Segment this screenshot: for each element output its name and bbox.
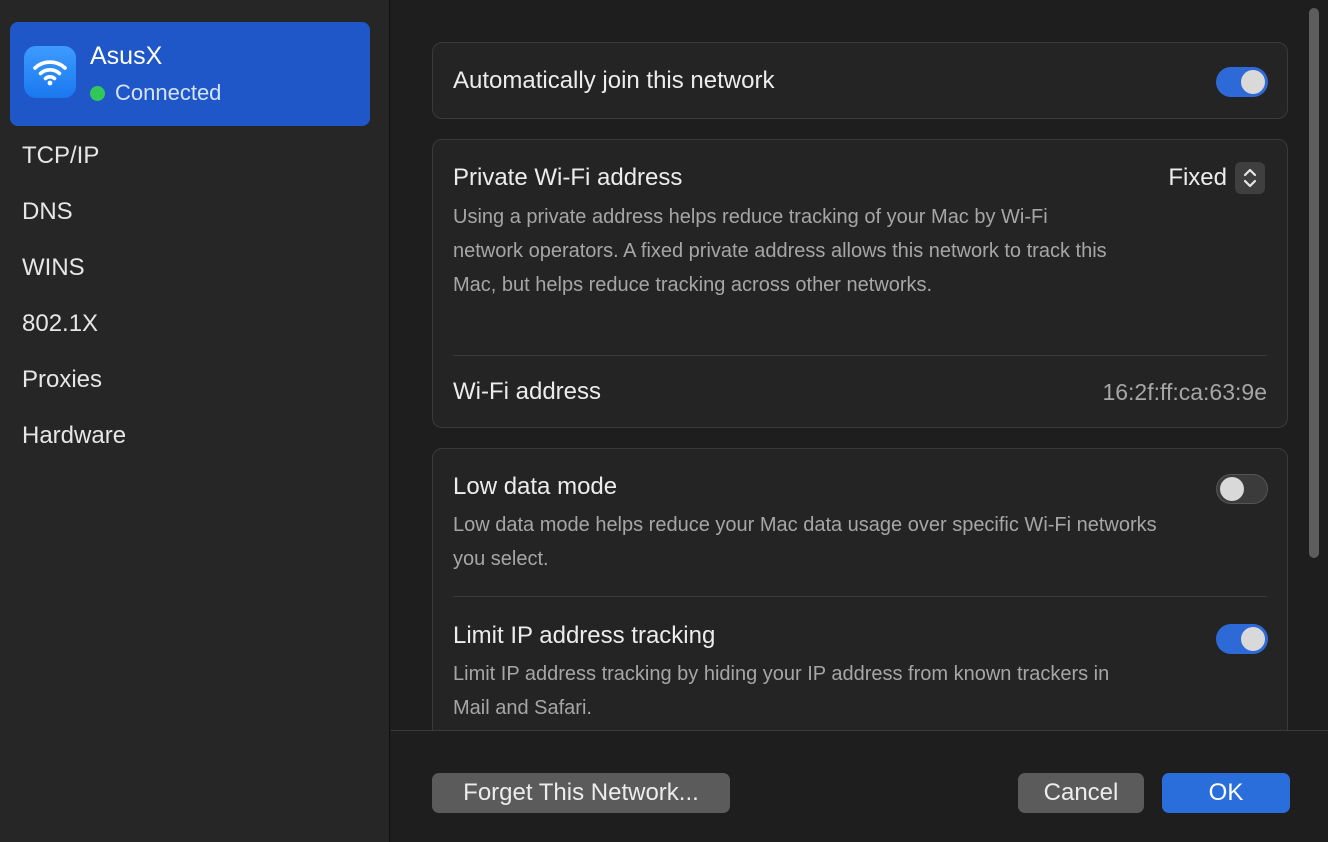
network-status-label: Connected (115, 80, 222, 105)
cancel-button[interactable]: Cancel (1018, 773, 1144, 813)
limit-ip-tracking-description: Limit IP address tracking by hiding your… (453, 663, 1110, 719)
settings-panel: Automatically join this network Private … (391, 0, 1328, 730)
scrollbar-thumb[interactable] (1309, 8, 1319, 558)
sidebar-item-tcpip[interactable]: TCP/IP (0, 128, 390, 184)
sidebar: AsusX Connected TCP/IP DNS WINS 802.1X P… (0, 0, 390, 842)
private-address-card: Private Wi-Fi address Fixed Using a priv… (432, 139, 1288, 428)
toggle-knob (1241, 70, 1265, 94)
dialog-footer: Forget This Network... Cancel OK (391, 730, 1328, 842)
network-name: AsusX (90, 42, 163, 70)
vertical-scrollbar[interactable] (1305, 6, 1323, 730)
auto-join-toggle[interactable] (1216, 67, 1268, 97)
low-data-mode-toggle[interactable] (1216, 474, 1268, 504)
card-divider (453, 355, 1267, 356)
sidebar-item-wins[interactable]: WINS (0, 240, 390, 296)
private-address-label: Private Wi-Fi address (453, 164, 683, 191)
sidebar-item-hardware[interactable]: Hardware (0, 408, 390, 464)
wifi-address-label: Wi-Fi address (453, 378, 602, 405)
low-data-mode-description: Low data mode helps reduce your Mac data… (453, 514, 1157, 570)
limit-ip-tracking-toggle[interactable] (1216, 624, 1268, 654)
network-status: Connected (90, 80, 221, 106)
sidebar-item-dns[interactable]: DNS (0, 184, 390, 240)
limit-ip-tracking-label: Limit IP address tracking (453, 622, 716, 649)
network-details-window: AsusX Connected TCP/IP DNS WINS 802.1X P… (0, 0, 1328, 842)
forget-network-button[interactable]: Forget This Network... (432, 773, 730, 813)
wifi-address-value: 16:2f:ff:ca:63:9e (1102, 379, 1267, 405)
card-divider (453, 596, 1267, 597)
auto-join-card: Automatically join this network (432, 42, 1288, 119)
sidebar-item-8021x[interactable]: 802.1X (0, 296, 390, 352)
status-dot-icon (90, 85, 105, 101)
data-tracking-card: Low data mode Low data mode helps reduce… (432, 448, 1288, 730)
ok-button[interactable]: OK (1162, 773, 1290, 813)
chevron-up-down-icon (1235, 162, 1265, 194)
low-data-mode-label: Low data mode (453, 473, 618, 500)
toggle-knob (1220, 477, 1244, 501)
wifi-icon (24, 46, 76, 98)
sidebar-item-proxies[interactable]: Proxies (0, 352, 390, 408)
sidebar-nav: TCP/IP DNS WINS 802.1X Proxies Hardware (0, 128, 390, 464)
toggle-knob (1241, 627, 1265, 651)
private-address-description: Using a private address helps reduce tra… (453, 206, 1107, 296)
auto-join-label: Automatically join this network (453, 67, 775, 94)
private-address-value: Fixed (1168, 164, 1227, 191)
sidebar-network-item[interactable]: AsusX Connected (10, 22, 370, 126)
private-address-select[interactable]: Fixed (1168, 162, 1265, 194)
